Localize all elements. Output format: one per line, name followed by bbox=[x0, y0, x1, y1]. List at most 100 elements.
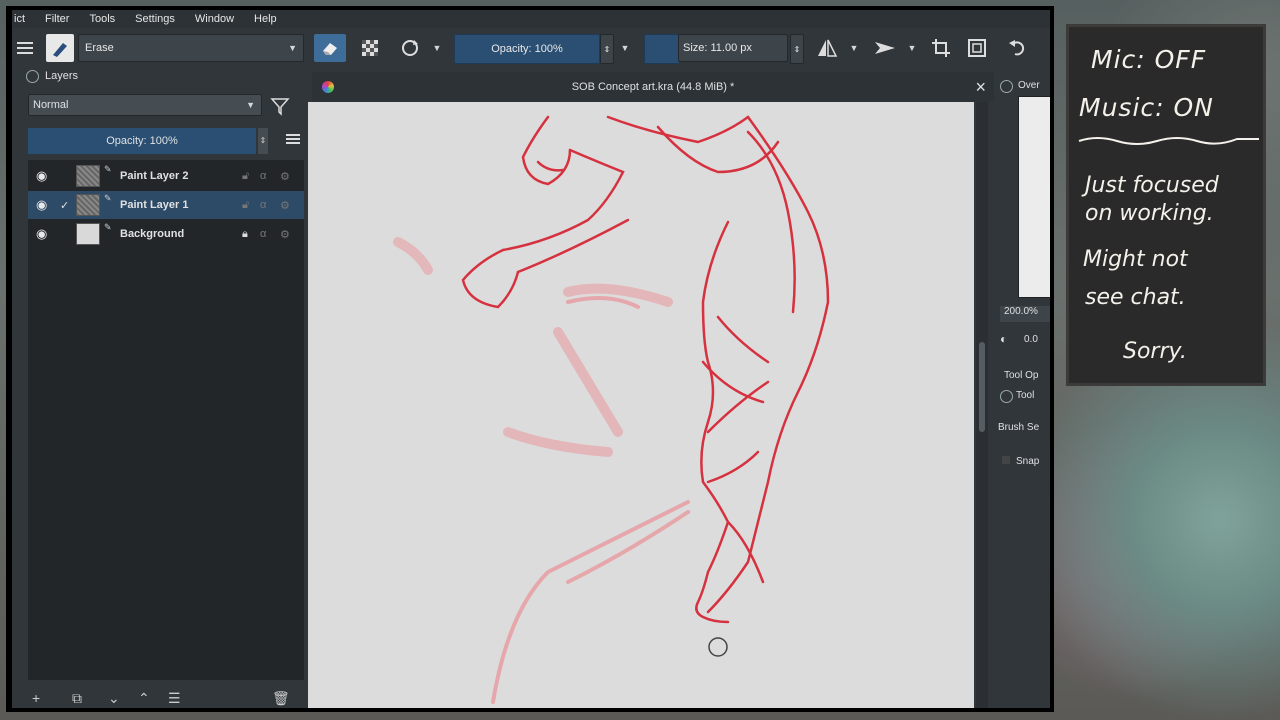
canvas-vertical-scrollbar[interactable] bbox=[976, 102, 988, 708]
blend-mode-select[interactable]: Normal ▼ bbox=[28, 94, 262, 116]
size-slider-fill[interactable] bbox=[644, 34, 680, 64]
layer-thumbnail bbox=[76, 194, 100, 216]
layers-title-label: Layers bbox=[45, 70, 79, 82]
overview-title: Over bbox=[1018, 80, 1040, 91]
menu-item-filter[interactable]: Filter bbox=[45, 13, 69, 25]
scrollbar-thumb[interactable] bbox=[979, 342, 985, 432]
menu-icon[interactable] bbox=[14, 34, 36, 62]
alpha-icon[interactable]: α bbox=[260, 170, 266, 182]
snap-checkbox[interactable] bbox=[1002, 456, 1010, 464]
board-note-line: Just focused bbox=[1085, 173, 1219, 198]
layer-row[interactable]: ◉ ✎ Background 🔒︎ α ⚙︎ bbox=[28, 220, 304, 248]
layer-thumbnail bbox=[76, 165, 100, 187]
brush-cursor bbox=[708, 637, 728, 657]
inherit-alpha-icon[interactable]: ⚙︎ bbox=[280, 199, 290, 212]
divider-squiggle bbox=[1078, 137, 1259, 145]
docker-float-icon[interactable] bbox=[1000, 80, 1013, 93]
layer-row[interactable]: ◉ ✓ ✎ Paint Layer 1 🔓︎ α ⚙︎ bbox=[28, 191, 304, 219]
brush-settings-label[interactable]: Brush Se bbox=[998, 422, 1039, 433]
properties-icon[interactable]: ☰ bbox=[168, 690, 181, 707]
overview-zoom-field[interactable]: 200.0% bbox=[1000, 306, 1050, 322]
blend-mode-value: Normal bbox=[33, 99, 69, 111]
layer-opacity-slider[interactable]: Opacity: 100% bbox=[28, 128, 256, 154]
docker-float-icon[interactable] bbox=[26, 69, 39, 83]
size-slider[interactable]: Size: 11.00 px bbox=[678, 34, 788, 62]
inherit-alpha-icon[interactable]: ⚙︎ bbox=[280, 170, 290, 183]
menu-item-help[interactable]: Help bbox=[254, 13, 277, 25]
size-label: Size: 11.00 px bbox=[683, 42, 752, 54]
checkmark-icon: ✓ bbox=[60, 199, 70, 212]
layer-name: Paint Layer 2 bbox=[120, 170, 189, 182]
layers-docker-title: Layers bbox=[26, 68, 78, 84]
menu-item-window[interactable]: Window bbox=[195, 13, 234, 25]
chevron-down-icon: ▼ bbox=[288, 43, 297, 53]
music-status: Music: ON bbox=[1079, 93, 1214, 122]
layer-name: Paint Layer 1 bbox=[120, 199, 189, 211]
move-up-icon[interactable]: ⌃ bbox=[138, 690, 150, 707]
krita-doc-icon bbox=[322, 81, 334, 93]
overview-rotation-value[interactable]: 0.0 bbox=[1024, 334, 1038, 345]
add-layer-icon[interactable]: + bbox=[32, 690, 40, 706]
alpha-lock-icon[interactable] bbox=[356, 34, 384, 62]
duplicate-layer-icon[interactable]: ⧉ bbox=[72, 690, 82, 707]
layer-thumbnail bbox=[76, 223, 100, 245]
paint-layer-icon: ✎ bbox=[104, 164, 112, 174]
board-note-line: on working. bbox=[1085, 201, 1214, 226]
document-title[interactable]: SOB Concept art.kra (44.8 MiB) * bbox=[572, 81, 735, 93]
rotation-icon[interactable]: ◐ bbox=[1000, 332, 1007, 346]
brush-preset-selector[interactable]: Erase ▼ bbox=[78, 34, 304, 62]
undo-icon[interactable] bbox=[1004, 34, 1030, 62]
lock-icon[interactable]: 🔓︎ bbox=[242, 199, 249, 212]
menu-item-settings[interactable]: Settings bbox=[135, 13, 175, 25]
inherit-alpha-icon[interactable]: ⚙︎ bbox=[280, 228, 290, 241]
lock-icon[interactable]: 🔓︎ bbox=[242, 170, 249, 183]
chevron-down-icon[interactable]: ▼ bbox=[906, 34, 918, 62]
mic-status: Mic: OFF bbox=[1091, 45, 1207, 74]
menu-item-tools[interactable]: Tools bbox=[89, 13, 115, 25]
transform-icon[interactable] bbox=[870, 34, 900, 62]
drawing-canvas[interactable] bbox=[308, 102, 974, 708]
eraser-icon[interactable] bbox=[314, 34, 346, 62]
chevron-down-icon[interactable]: ▼ bbox=[848, 34, 860, 62]
paint-layer-icon: ✎ bbox=[104, 193, 112, 203]
overview-thumbnail[interactable] bbox=[1018, 96, 1050, 298]
alpha-icon[interactable]: α bbox=[260, 199, 266, 211]
close-icon[interactable]: × bbox=[975, 77, 986, 98]
sketch-artwork bbox=[393, 115, 830, 704]
opacity-label: Opacity: 100% bbox=[491, 43, 563, 55]
lock-icon[interactable]: 🔒︎ bbox=[242, 228, 248, 241]
layer-row[interactable]: ◉ ✎ Paint Layer 2 🔓︎ α ⚙︎ bbox=[28, 162, 304, 190]
brush-preset-name: Erase bbox=[85, 42, 114, 54]
alpha-icon[interactable]: α bbox=[260, 228, 266, 240]
reset-rotation-icon[interactable] bbox=[396, 34, 424, 62]
eye-icon[interactable]: ◉ bbox=[36, 197, 47, 213]
krita-window: ict Filter Tools Settings Window Help Er… bbox=[12, 10, 1050, 708]
crop-icon[interactable] bbox=[928, 34, 954, 62]
snap-label[interactable]: Snap bbox=[1016, 456, 1039, 467]
chevron-down-icon[interactable]: ▼ bbox=[618, 34, 632, 62]
menu-item-select[interactable]: ict bbox=[14, 13, 25, 25]
layer-actions-bar: + ⧉ ⌄ ⌃ ☰ 🗑︎ bbox=[28, 690, 304, 708]
filter-icon[interactable] bbox=[270, 96, 290, 119]
tool-docker-title: Tool bbox=[1016, 390, 1035, 401]
wrap-icon[interactable] bbox=[964, 34, 990, 62]
chevron-down-icon[interactable]: ▼ bbox=[430, 34, 444, 62]
board-note-line: Sorry. bbox=[1123, 339, 1187, 364]
layer-list: ◉ ✎ Paint Layer 2 🔓︎ α ⚙︎ ◉ ✓ ✎ Paint La… bbox=[28, 160, 304, 680]
mirror-icon[interactable] bbox=[812, 34, 842, 62]
opacity-spin-icon[interactable]: ⇕ bbox=[600, 34, 614, 64]
board-note-line: Might not bbox=[1083, 247, 1188, 272]
board-note-line: see chat. bbox=[1085, 285, 1186, 310]
opacity-slider[interactable]: Opacity: 100% bbox=[454, 34, 600, 64]
layers-docker: Layers Normal ▼ Opacity: 100% ⇕ ◉ ✎ Pain… bbox=[24, 66, 304, 708]
docker-menu-icon[interactable] bbox=[286, 132, 300, 149]
docker-float-icon[interactable] bbox=[1000, 390, 1013, 403]
brush-preset-icon[interactable] bbox=[46, 34, 74, 62]
size-spin-icon[interactable]: ⇕ bbox=[790, 34, 804, 64]
eye-icon[interactable]: ◉ bbox=[36, 168, 47, 184]
layer-opacity-spin-icon[interactable]: ⇕ bbox=[258, 128, 268, 154]
eye-icon[interactable]: ◉ bbox=[36, 226, 47, 242]
delete-layer-icon[interactable]: 🗑︎ bbox=[272, 690, 290, 707]
move-down-icon[interactable]: ⌄ bbox=[108, 690, 120, 707]
stream-status-board: Mic: OFF Music: ON Just focused on worki… bbox=[1066, 24, 1266, 386]
